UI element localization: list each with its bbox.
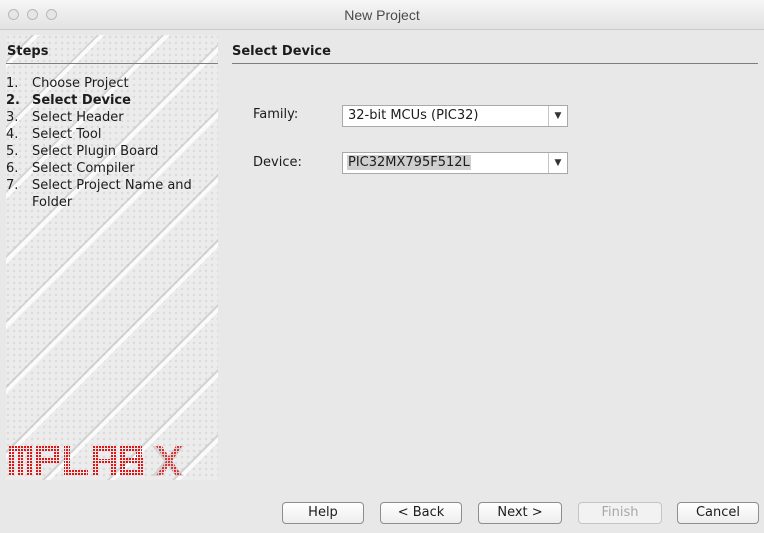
steps-list: 1. Choose Project 2. Select Device 3. Se… — [6, 75, 192, 211]
back-button[interactable]: < Back — [380, 502, 462, 524]
next-button[interactable]: Next > — [478, 502, 562, 524]
step-label: Choose Project — [32, 76, 129, 91]
step-number: 1. — [6, 76, 19, 91]
new-project-dialog: New Project Steps 1. Choose Project 2. S… — [0, 0, 764, 533]
chevron-down-icon[interactable]: ▼ — [548, 106, 567, 126]
step-number: 7. — [6, 178, 19, 193]
step-number: 3. — [6, 110, 19, 125]
family-select[interactable]: 32-bit MCUs (PIC32) ▼ — [342, 105, 568, 127]
step-item: 3. Select Header — [6, 109, 192, 126]
step-label: Select Tool — [32, 127, 102, 142]
steps-panel: Steps 1. Choose Project 2. Select Device… — [6, 35, 218, 480]
title-bar[interactable]: New Project — [0, 0, 764, 30]
window-title: New Project — [344, 7, 420, 23]
family-label: Family: — [253, 107, 299, 122]
step-number: 4. — [6, 127, 19, 142]
step-number: 5. — [6, 144, 19, 159]
steps-title: Steps — [7, 44, 49, 59]
mplabx-logo — [8, 446, 184, 476]
title-divider — [232, 63, 758, 64]
device-label: Device: — [253, 155, 302, 170]
step-number: 6. — [6, 161, 19, 176]
step-item: 4. Select Tool — [6, 126, 192, 143]
step-label: Select Device — [32, 93, 131, 108]
chevron-down-icon[interactable]: ▼ — [548, 153, 567, 173]
step-item: 6. Select Compiler — [6, 160, 192, 177]
step-label: Select Compiler — [32, 161, 135, 176]
help-button[interactable]: Help — [282, 502, 364, 524]
step-item-active: 2. Select Device — [6, 92, 192, 109]
step-label: Select Project Name and Folder — [32, 178, 192, 210]
step-label: Select Plugin Board — [32, 144, 159, 159]
step-item: 1. Choose Project — [6, 75, 192, 92]
device-select[interactable]: PIC32MX795F512L ▼ — [342, 152, 568, 174]
finish-button[interactable]: Finish — [578, 502, 662, 524]
step-number: 2. — [6, 93, 20, 108]
steps-divider — [6, 63, 218, 64]
step-label: Select Header — [32, 110, 124, 125]
page-title: Select Device — [232, 44, 331, 59]
step-item: 7. Select Project Name and Folder — [6, 177, 192, 211]
device-value: PIC32MX795F512L — [347, 155, 471, 170]
family-value: 32-bit MCUs (PIC32) — [348, 108, 479, 123]
step-item: 5. Select Plugin Board — [6, 143, 192, 160]
cancel-button[interactable]: Cancel — [677, 502, 759, 524]
